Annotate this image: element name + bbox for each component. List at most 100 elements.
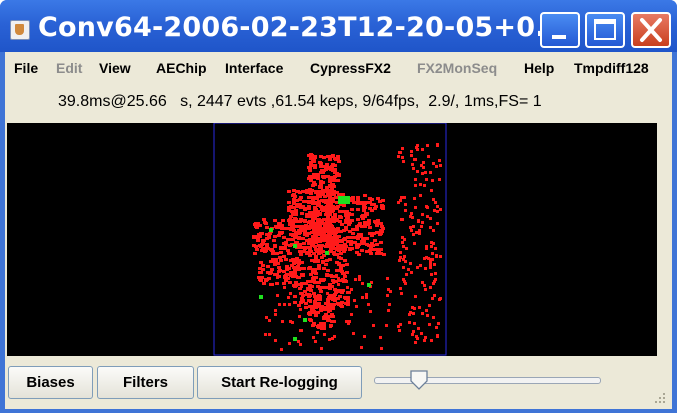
menu-help[interactable]: Help	[524, 60, 554, 76]
on-event-pixel	[341, 305, 344, 308]
on-event-pixel	[367, 219, 371, 222]
on-event-pixel	[345, 263, 349, 266]
on-event-pixel	[405, 273, 408, 276]
on-event-pixel	[265, 226, 269, 229]
on-event-pixel	[426, 144, 429, 147]
on-event-pixel	[258, 278, 262, 281]
on-event-pixel	[309, 215, 313, 218]
on-event-pixel	[436, 222, 439, 225]
on-event-pixel	[270, 249, 274, 252]
maximize-button[interactable]	[585, 12, 625, 48]
on-event-pixel	[312, 336, 315, 339]
on-event-pixel	[414, 184, 417, 187]
menu-file[interactable]: File	[14, 60, 38, 76]
on-event-pixel	[320, 325, 324, 328]
on-event-pixel	[258, 267, 262, 270]
on-event-pixel	[299, 343, 302, 346]
on-event-pixel	[403, 255, 406, 258]
event-display[interactable]	[7, 123, 657, 356]
on-event-pixel	[317, 244, 321, 247]
on-event-pixel	[313, 202, 317, 205]
on-event-pixel	[415, 231, 418, 234]
on-event-pixel	[423, 284, 426, 287]
menu-edit[interactable]: Edit	[56, 60, 82, 76]
on-event-pixel	[361, 217, 365, 220]
on-event-pixel	[263, 247, 267, 250]
menu-aechip[interactable]: AEChip	[156, 60, 207, 76]
on-event-pixel	[416, 144, 419, 147]
biases-button[interactable]: Biases	[8, 366, 93, 399]
on-event-pixel	[313, 206, 317, 209]
status-bar: 39.8ms@25.66 s, 2447 evts ,61.54 keps, 9…	[5, 86, 672, 122]
start-relogging-button[interactable]: Start Re-logging	[197, 366, 362, 399]
on-event-pixel	[273, 219, 277, 222]
on-event-pixel	[401, 147, 404, 150]
on-event-pixel	[419, 194, 422, 197]
on-event-pixel	[294, 233, 298, 236]
on-event-pixel	[358, 222, 362, 225]
on-event-pixel	[309, 273, 313, 276]
on-event-pixel	[280, 224, 284, 227]
on-event-pixel	[360, 346, 363, 349]
on-event-pixel	[322, 316, 325, 319]
menu-view[interactable]: View	[99, 60, 131, 76]
on-event-pixel	[414, 295, 417, 298]
on-event-pixel	[301, 273, 305, 276]
on-event-pixel	[345, 217, 349, 220]
on-event-pixel	[367, 303, 370, 306]
on-event-pixel	[413, 197, 416, 200]
on-event-pixel	[287, 252, 291, 255]
on-event-pixel	[333, 335, 336, 338]
on-event-pixel	[307, 154, 311, 157]
on-event-pixel	[265, 316, 268, 319]
on-event-pixel	[260, 232, 264, 235]
on-event-pixel	[331, 163, 335, 166]
menu-tmpdiff128[interactable]: Tmpdiff128	[574, 60, 649, 76]
close-button[interactable]	[631, 12, 671, 48]
on-event-pixel	[329, 218, 333, 221]
slider-thumb[interactable]	[409, 369, 429, 391]
on-event-pixel	[296, 265, 300, 268]
minimize-button[interactable]	[540, 12, 580, 48]
off-event-pixel	[259, 295, 263, 299]
on-event-pixel	[333, 157, 337, 160]
menu-interface[interactable]: Interface	[225, 60, 283, 76]
on-event-pixel	[423, 339, 426, 342]
on-event-pixel	[333, 288, 337, 291]
on-event-pixel	[318, 298, 322, 301]
on-event-pixel	[429, 171, 432, 174]
on-event-pixel	[313, 281, 317, 284]
on-event-pixel	[429, 217, 432, 220]
on-event-pixel	[271, 252, 275, 255]
on-event-pixel	[346, 240, 350, 243]
on-event-pixel	[292, 262, 296, 265]
on-event-pixel	[420, 225, 423, 228]
on-event-pixel	[400, 196, 403, 199]
on-event-pixel	[379, 248, 383, 251]
on-event-pixel	[425, 178, 428, 181]
on-event-pixel	[331, 200, 335, 203]
on-event-pixel	[430, 189, 433, 192]
on-event-pixel	[313, 234, 317, 237]
on-event-pixel	[259, 271, 263, 274]
on-event-pixel	[324, 286, 328, 289]
on-event-pixel	[352, 201, 356, 204]
on-event-pixel	[368, 207, 372, 210]
menu-fx2monseq[interactable]: FX2MonSeq	[417, 60, 497, 76]
on-event-pixel	[317, 302, 321, 305]
on-event-pixel	[300, 329, 303, 332]
menu-cypressfx2[interactable]: CypressFX2	[310, 60, 391, 76]
title-bar[interactable]: Conv64-2006-02-23T12-20-05+0...	[0, 0, 677, 52]
filters-button[interactable]: Filters	[97, 366, 194, 399]
on-event-pixel	[313, 300, 317, 303]
resize-grip-icon[interactable]	[653, 391, 667, 405]
on-event-pixel	[305, 213, 309, 216]
java-cup-icon[interactable]	[10, 20, 30, 40]
on-event-pixel	[288, 220, 292, 223]
on-event-pixel	[309, 300, 312, 303]
on-event-pixel	[402, 266, 405, 269]
on-event-pixel	[298, 191, 302, 194]
on-event-pixel	[425, 309, 428, 312]
on-event-pixel	[316, 220, 320, 223]
on-event-pixel	[313, 164, 317, 167]
